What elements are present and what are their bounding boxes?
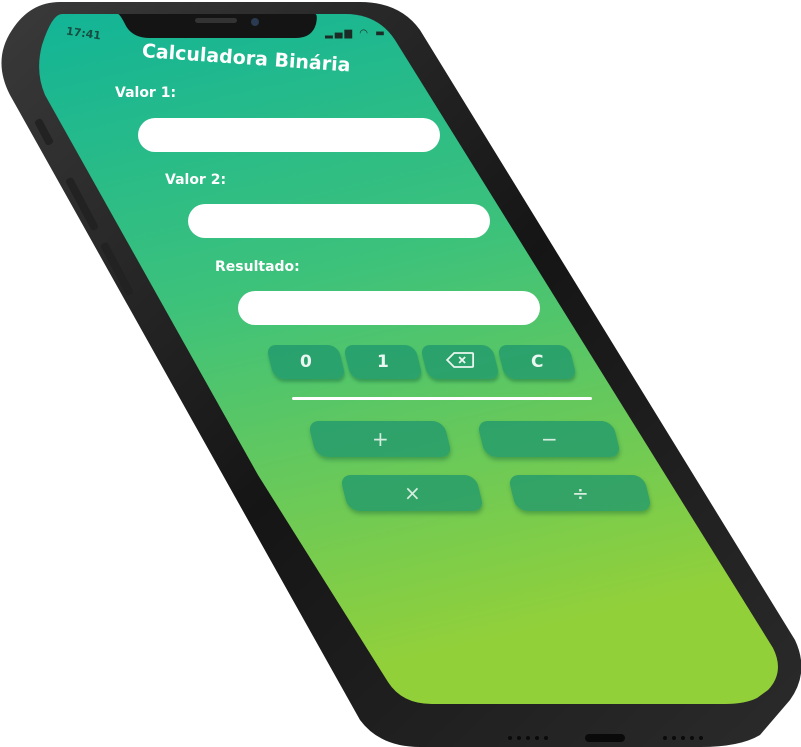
signal-icon: ▂▄▆ [325, 28, 355, 39]
subtract-button[interactable]: − [476, 421, 622, 457]
digit-0-button[interactable]: 0 [265, 345, 347, 379]
value1-label: Valor 1: [115, 85, 177, 101]
stage: 17:41 ▂▄▆ ◠ ▬ Calculadora Binária Valor … [0, 0, 801, 747]
divide-label: ÷ [571, 481, 589, 505]
result-field[interactable] [238, 291, 540, 325]
status-time: 17:41 [65, 24, 102, 43]
page-title: Calculadora Binária [141, 40, 352, 77]
digit-1-button[interactable]: 1 [342, 345, 424, 379]
value1-input[interactable] [138, 118, 440, 152]
digit-0-label: 0 [300, 352, 312, 372]
backspace-button[interactable] [419, 345, 501, 379]
divide-button[interactable]: ÷ [507, 475, 653, 511]
phone: 17:41 ▂▄▆ ◠ ▬ Calculadora Binária Valor … [0, 0, 801, 747]
backspace-icon [445, 351, 475, 374]
subtract-label: − [540, 427, 558, 451]
add-button[interactable]: + [307, 421, 453, 457]
clear-label: C [530, 352, 544, 372]
multiply-button[interactable]: × [339, 475, 485, 511]
value2-label: Valor 2: [165, 172, 227, 188]
clear-button[interactable]: C [496, 345, 578, 379]
battery-icon: ▬ [375, 28, 387, 39]
value2-input[interactable] [188, 204, 490, 238]
wifi-icon: ◠ [359, 28, 370, 39]
divider [292, 397, 592, 400]
app-screen: 17:41 ▂▄▆ ◠ ▬ Calculadora Binária Valor … [0, 0, 801, 747]
multiply-label: × [403, 481, 421, 505]
result-label: Resultado: [215, 259, 300, 275]
status-icons: ▂▄▆ ◠ ▬ [325, 28, 387, 39]
digit-1-label: 1 [377, 352, 389, 372]
add-label: + [371, 427, 389, 451]
